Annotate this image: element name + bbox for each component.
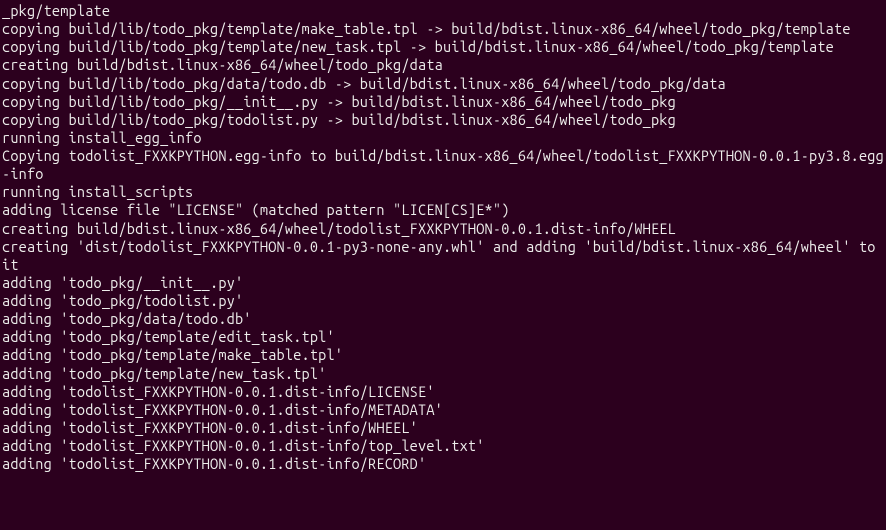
terminal-line: adding 'todolist_FXXKPYTHON-0.0.1.dist-i… — [2, 401, 884, 419]
terminal-line: copying build/lib/todo_pkg/data/todo.db … — [2, 75, 884, 93]
terminal-line: adding 'todo_pkg/template/edit_task.tpl' — [2, 328, 884, 346]
terminal-line: adding 'todolist_FXXKPYTHON-0.0.1.dist-i… — [2, 437, 884, 455]
terminal-line: adding 'todolist_FXXKPYTHON-0.0.1.dist-i… — [2, 455, 884, 473]
terminal-line: creating build/bdist.linux-x86_64/wheel/… — [2, 56, 884, 74]
terminal-line: creating 'dist/todolist_FXXKPYTHON-0.0.1… — [2, 238, 884, 274]
terminal-line: running install_scripts — [2, 183, 884, 201]
terminal-line: copying build/lib/todo_pkg/template/make… — [2, 20, 884, 38]
terminal-output[interactable]: _pkg/templatecopying build/lib/todo_pkg/… — [2, 2, 884, 473]
terminal-line: adding 'todo_pkg/__init__.py' — [2, 274, 884, 292]
terminal-line: running install_egg_info — [2, 129, 884, 147]
terminal-line: _pkg/template — [2, 2, 884, 20]
terminal-line: copying build/lib/todo_pkg/__init__.py -… — [2, 93, 884, 111]
terminal-line: copying build/lib/todo_pkg/template/new_… — [2, 38, 884, 56]
terminal-line: adding 'todo_pkg/template/new_task.tpl' — [2, 365, 884, 383]
terminal-line: adding license file "LICENSE" (matched p… — [2, 201, 884, 219]
terminal-line: creating build/bdist.linux-x86_64/wheel/… — [2, 220, 884, 238]
terminal-line: adding 'todo_pkg/data/todo.db' — [2, 310, 884, 328]
terminal-line: adding 'todolist_FXXKPYTHON-0.0.1.dist-i… — [2, 383, 884, 401]
terminal-line: adding 'todo_pkg/template/make_table.tpl… — [2, 346, 884, 364]
terminal-line: adding 'todo_pkg/todolist.py' — [2, 292, 884, 310]
terminal-line: copying build/lib/todo_pkg/todolist.py -… — [2, 111, 884, 129]
terminal-line: adding 'todolist_FXXKPYTHON-0.0.1.dist-i… — [2, 419, 884, 437]
terminal-line: Copying todolist_FXXKPYTHON.egg-info to … — [2, 147, 884, 183]
